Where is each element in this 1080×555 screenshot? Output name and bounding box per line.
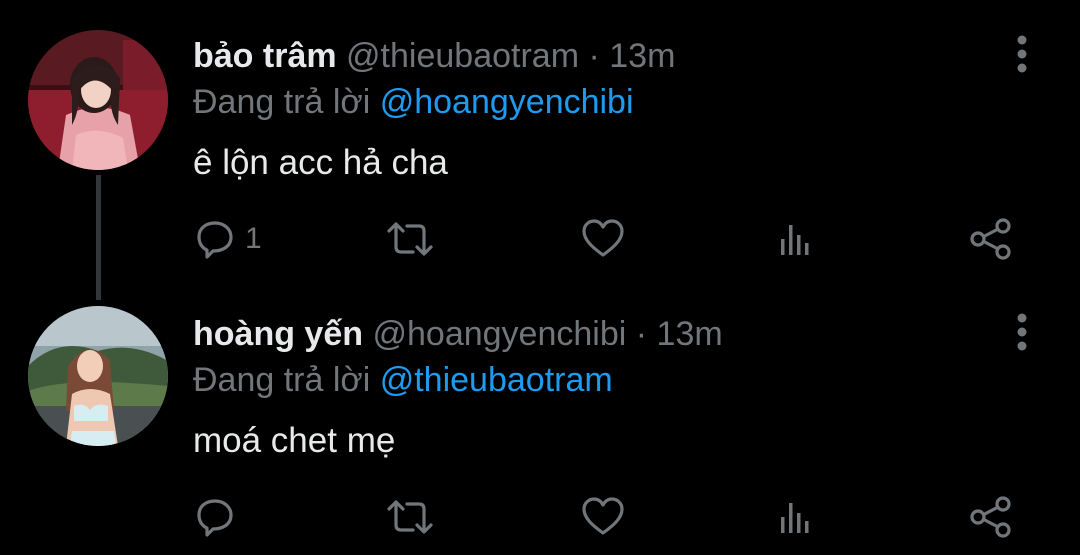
retweet-button[interactable]	[385, 492, 435, 542]
retweet-button[interactable]	[385, 214, 435, 264]
replying-prefix: Đang trả lời	[193, 361, 371, 399]
display-name[interactable]: hoàng yến	[193, 315, 363, 353]
timestamp[interactable]: 13m	[657, 315, 723, 353]
more-button[interactable]	[1002, 30, 1042, 80]
tweet[interactable]: hoàng yến @hoangyenchibi · 13m Đang trả …	[0, 278, 1080, 555]
tweet-text: moá chet mẹ	[193, 421, 396, 460]
like-button[interactable]	[580, 214, 626, 264]
share-button[interactable]	[968, 492, 1014, 542]
tweet[interactable]: bảo trâm @thieubaotram · 13m Đang trả lờ…	[0, 0, 1080, 300]
avatar-photo	[28, 30, 168, 170]
replying-prefix: Đang trả lời	[193, 83, 371, 121]
more-vertical-icon	[1017, 313, 1027, 351]
heart-icon	[582, 219, 624, 257]
display-name[interactable]: bảo trâm	[193, 37, 337, 75]
replying-mention[interactable]: @thieubaotram	[380, 361, 613, 399]
retweet-icon	[387, 500, 433, 534]
action-bar	[0, 492, 1080, 542]
share-button[interactable]	[968, 214, 1014, 264]
replying-to: Đang trả lời @hoangyenchibi	[193, 82, 634, 122]
avatar-photo	[28, 306, 168, 446]
avatar[interactable]	[28, 306, 168, 446]
avatar[interactable]	[28, 30, 168, 170]
tweet-text: ê lộn acc hả cha	[193, 143, 448, 182]
views-button[interactable]	[776, 214, 816, 264]
replying-to: Đang trả lời @thieubaotram	[193, 360, 613, 400]
separator: ·	[588, 37, 600, 75]
like-button[interactable]	[580, 492, 626, 542]
tweet-header: bảo trâm @thieubaotram · 13m	[193, 36, 675, 76]
reply-icon	[197, 499, 233, 537]
retweet-icon	[387, 222, 433, 256]
reply-count: 1	[245, 222, 262, 255]
more-vertical-icon	[1017, 35, 1027, 73]
handle[interactable]: @thieubaotram	[346, 37, 579, 75]
share-icon	[970, 496, 1011, 538]
timestamp[interactable]: 13m	[609, 37, 675, 75]
more-button[interactable]	[1002, 308, 1042, 358]
separator: ·	[635, 315, 648, 353]
action-bar: 1	[0, 214, 1080, 264]
heart-icon	[582, 497, 624, 535]
handle[interactable]: @hoangyenchibi	[372, 315, 626, 353]
share-icon	[970, 218, 1011, 260]
reply-icon	[197, 221, 233, 259]
reply-button[interactable]	[193, 492, 245, 542]
views-button[interactable]	[776, 492, 816, 542]
tweet-header: hoàng yến @hoangyenchibi · 13m	[193, 314, 723, 354]
views-icon	[781, 503, 809, 533]
replying-mention[interactable]: @hoangyenchibi	[380, 83, 634, 121]
views-icon	[781, 225, 809, 255]
reply-button[interactable]: 1	[193, 214, 262, 264]
